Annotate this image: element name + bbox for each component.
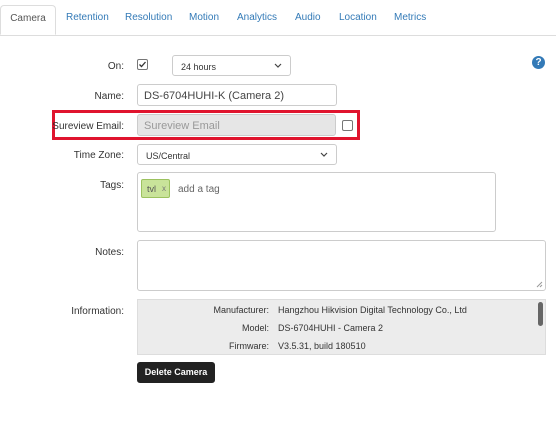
on-label: On: [107,61,124,72]
tab-resolution[interactable]: Resolution [125,12,172,23]
question-circle-icon[interactable]: ? [532,56,545,69]
delete-camera-button[interactable]: Delete Camera [137,362,215,383]
sureview-email-checkbox[interactable] [342,120,353,131]
sureview-email-placeholder: Sureview Email [144,120,220,132]
chevron-down-icon [274,63,282,68]
name-label: Name: [94,91,124,102]
tab-metrics[interactable]: Metrics [394,12,426,23]
name-input[interactable]: DS-6704HUHI-K (Camera 2) [137,84,337,106]
time-zone-value: US/Central [146,151,191,161]
chevron-down-icon [320,152,328,157]
info-value: Hangzhou Hikvision Digital Technology Co… [278,305,467,315]
time-zone-label: Time Zone: [73,150,124,161]
tab-bar: Camera Retention Resolution Motion Analy… [0,0,556,36]
tab-retention[interactable]: Retention [66,12,109,23]
sureview-email-label: Sureview Email: [52,121,124,132]
information-scrollbar[interactable] [538,302,543,326]
information-label: Information: [71,306,124,317]
tag-chip[interactable]: tvl x [141,179,170,198]
tab-camera[interactable]: Camera [0,5,56,35]
notes-label: Notes: [95,247,124,258]
on-checkbox[interactable] [137,59,148,70]
tab-audio[interactable]: Audio [295,12,321,23]
tags-input[interactable] [137,172,496,232]
info-row: Manufacturer: Hangzhou Hikvision Digital… [138,305,533,319]
resize-handle-icon[interactable] [536,281,543,288]
info-key: Manufacturer: [213,305,269,315]
tab-analytics[interactable]: Analytics [237,12,277,23]
name-input-value: DS-6704HUHI-K (Camera 2) [144,90,284,102]
tab-location[interactable]: Location [339,12,377,23]
schedule-select[interactable]: 24 hours [172,55,291,76]
tags-label: Tags: [100,180,124,191]
notes-textarea[interactable] [137,240,546,291]
tag-chip-text: tvl [147,184,156,194]
information-box: Manufacturer: Hangzhou Hikvision Digital… [137,299,546,355]
tag-remove-icon[interactable]: x [162,184,166,193]
sureview-email-input[interactable]: Sureview Email [137,114,336,136]
info-value: V3.5.31, build 180510 [278,341,366,351]
tab-motion[interactable]: Motion [189,12,219,23]
info-key: Firmware: [229,341,269,351]
info-row: Firmware: V3.5.31, build 180510 [138,341,533,355]
schedule-select-value: 24 hours [181,62,217,72]
info-value: DS-6704HUHI - Camera 2 [278,323,384,333]
info-key: Model: [241,323,269,333]
checkmark-icon [139,61,146,68]
time-zone-select[interactable]: US/Central [137,144,337,165]
info-row: Model: DS-6704HUHI - Camera 2 [138,323,533,337]
tag-placeholder: add a tag [178,184,220,195]
